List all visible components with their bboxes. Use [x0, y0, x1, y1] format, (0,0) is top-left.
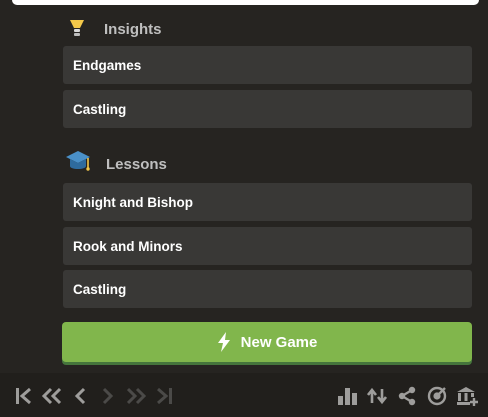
insight-item-castling[interactable]: Castling	[63, 90, 472, 128]
flip-board-icon[interactable]	[362, 385, 392, 407]
share-icon[interactable]	[392, 385, 422, 407]
bottom-toolbar	[0, 373, 488, 417]
search-bar[interactable]	[12, 0, 479, 5]
lesson-item-knight-and-bishop[interactable]: Knight and Bishop	[63, 183, 472, 221]
lesson-item-label: Castling	[73, 281, 127, 297]
target-icon[interactable]	[422, 385, 452, 407]
board-tools	[332, 385, 482, 407]
lesson-item-castling[interactable]: Castling	[63, 270, 472, 308]
museum-icon[interactable]	[452, 385, 482, 407]
next-fast-icon[interactable]	[122, 386, 150, 406]
graduation-cap-icon	[64, 148, 92, 180]
new-game-button[interactable]: New Game	[62, 322, 472, 362]
insight-item-endgames[interactable]: Endgames	[63, 46, 472, 84]
first-move-icon[interactable]	[10, 386, 38, 406]
previous-fast-icon[interactable]	[38, 386, 66, 406]
lessons-header: Lessons	[64, 148, 167, 180]
lesson-item-label: Rook and Minors	[73, 238, 183, 254]
last-move-icon[interactable]	[150, 386, 178, 406]
lessons-title: Lessons	[106, 155, 167, 173]
move-navigation	[10, 386, 178, 406]
insights-title: Insights	[104, 20, 162, 38]
previous-move-icon[interactable]	[66, 386, 94, 406]
lightbulb-icon	[64, 14, 90, 44]
lesson-item-rook-and-minors[interactable]: Rook and Minors	[63, 227, 472, 265]
lesson-item-label: Knight and Bishop	[73, 194, 193, 210]
insight-item-label: Castling	[73, 101, 127, 117]
analysis-chart-icon[interactable]	[332, 385, 362, 407]
insight-item-label: Endgames	[73, 57, 142, 73]
new-game-label: New Game	[240, 333, 318, 351]
lightning-icon	[217, 332, 231, 352]
insights-header: Insights	[64, 14, 162, 44]
next-move-icon[interactable]	[94, 386, 122, 406]
